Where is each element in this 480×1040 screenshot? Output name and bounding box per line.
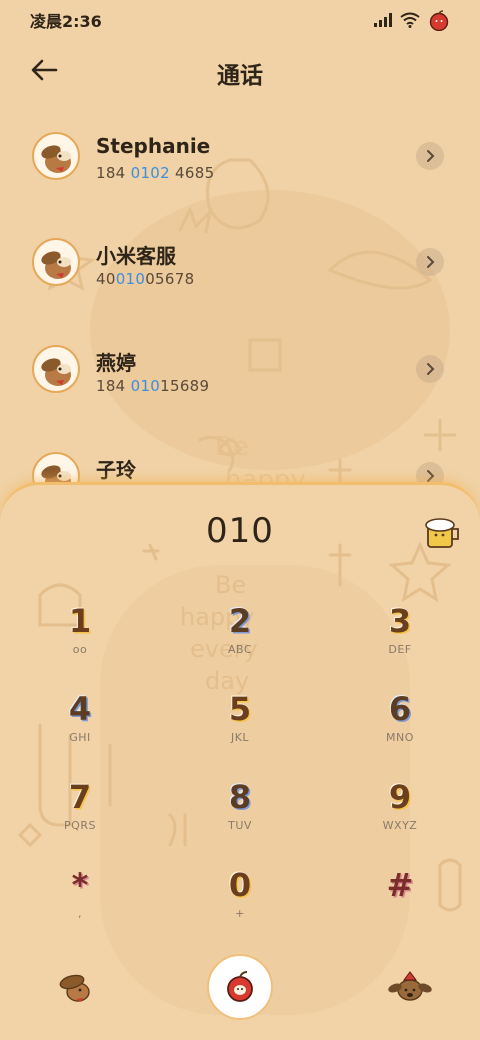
contact-row-stephanie[interactable]: Stephanie 184 0102 4685 (0, 118, 480, 198)
key-letters: GHI (69, 731, 91, 744)
key-digit: 4 (68, 690, 92, 728)
contact-row-ziling[interactable]: 子玲 (0, 438, 480, 488)
contact-detail-button[interactable] (416, 355, 444, 383)
contact-row-xiaomi[interactable]: 小米客服 4001005678 (0, 224, 480, 304)
call-button[interactable] (207, 954, 273, 1020)
contact-name: 子玲 (96, 458, 136, 482)
wifi-icon (400, 12, 420, 28)
apple-battery-icon (429, 10, 449, 31)
key-0[interactable]: 0 + (180, 865, 300, 945)
contact-name: 小米客服 (96, 244, 176, 268)
key-letters: PQRS (64, 819, 96, 832)
key-digit: 2 (228, 602, 252, 640)
key-digit: 0 (228, 866, 252, 904)
dialed-number-display: 010 (206, 511, 274, 551)
key-letters: MNO (386, 731, 414, 744)
dog-hat-icon[interactable] (58, 968, 98, 1004)
key-letters: WXYZ (382, 819, 418, 832)
key-2[interactable]: 2 ABC (180, 601, 300, 681)
signal-icon (374, 13, 392, 27)
key-9[interactable]: 9 WXYZ (340, 777, 460, 857)
contact-detail-button[interactable] (416, 248, 444, 276)
chevron-right-icon (427, 256, 435, 268)
key-6[interactable]: 6 MNO (340, 689, 460, 769)
contact-name: 燕婷 (96, 351, 136, 375)
dog-avatar (32, 132, 80, 180)
status-icons (374, 9, 450, 31)
svg-text:Be: Be (215, 571, 246, 599)
status-bar: 凌晨2:36 (0, 0, 480, 40)
chevron-right-icon (427, 363, 435, 375)
status-time: 凌晨2:36 (30, 12, 102, 31)
beer-mug-icon[interactable] (422, 515, 464, 549)
key-3[interactable]: 3 DEF (340, 601, 460, 681)
contact-list: Stephanie 184 0102 4685 小米客服 4001005678 (0, 118, 480, 488)
key-7[interactable]: 7 PQRS (20, 777, 140, 857)
key-letters: , (78, 907, 82, 920)
key-digit: 6 (388, 690, 412, 728)
bottom-action-bar (0, 950, 480, 1030)
key-digit: 8 (228, 778, 252, 816)
dog-face-icon[interactable] (386, 968, 434, 1004)
key-letters: DEF (388, 643, 412, 656)
key-letters: TUV (228, 819, 252, 832)
key-letters: + (235, 907, 245, 920)
key-5[interactable]: 5 JKL (180, 689, 300, 769)
contact-number: 184 0102 4685 (96, 164, 215, 182)
key-digit: 3 (388, 602, 412, 640)
key-hash[interactable]: # (340, 865, 460, 945)
dog-avatar (32, 238, 80, 286)
key-digit: 7 (68, 778, 92, 816)
apple-call-icon (227, 971, 253, 1002)
key-4[interactable]: 4 GHI (20, 689, 140, 769)
contact-number: 4001005678 (96, 270, 195, 288)
dog-avatar (32, 345, 80, 393)
key-1[interactable]: 1 ᴏᴏ (20, 601, 140, 681)
chevron-right-icon (427, 150, 435, 162)
key-digit: 1 (68, 602, 92, 640)
key-digit: * (71, 866, 89, 904)
voicemail-icon: ᴏᴏ (72, 643, 88, 656)
key-digit: 5 (228, 690, 252, 728)
contact-name: Stephanie (96, 134, 211, 158)
contact-row-yanting[interactable]: 燕婷 184 01015689 (0, 331, 480, 411)
key-digit: 9 (388, 778, 412, 816)
page-title: 通话 (217, 63, 263, 89)
contact-detail-button[interactable] (416, 142, 444, 170)
contact-number: 184 01015689 (96, 377, 210, 395)
key-letters: ABC (227, 643, 253, 656)
key-digit: # (386, 866, 414, 904)
key-letters: JKL (230, 731, 250, 744)
header: 通话 (0, 48, 480, 92)
key-star[interactable]: * , (20, 865, 140, 945)
key-8[interactable]: 8 TUV (180, 777, 300, 857)
